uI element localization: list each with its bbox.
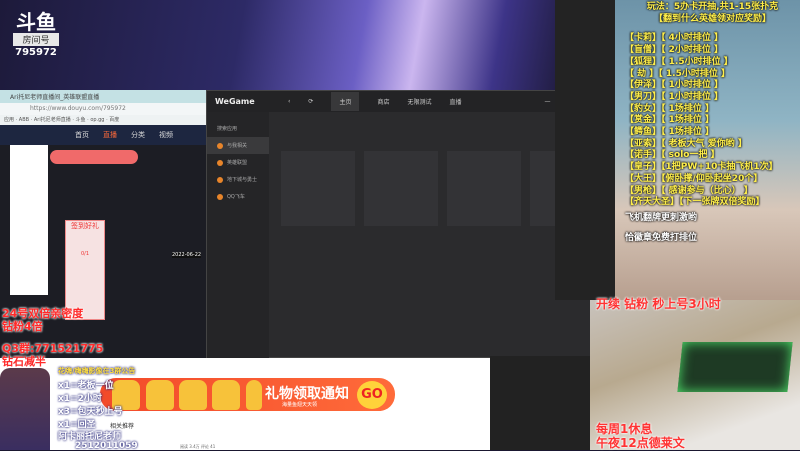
back-icon[interactable]: ‹ — [288, 98, 290, 105]
tab-test[interactable]: 无限测试 — [407, 97, 431, 106]
douyu-logo: 斗鱼 房间号 795972 — [13, 12, 59, 58]
rule-row: 【男枪】【 感谢参与（比心） 】 — [625, 185, 753, 196]
gift-icon — [146, 380, 174, 410]
rule-row: 【鳄鱼】【 1场排位 】 — [625, 127, 715, 138]
sidebar-item[interactable]: 英雄联盟 — [207, 154, 269, 171]
search-apps[interactable]: 搜索应用 — [207, 120, 269, 137]
tab-live[interactable]: 直播 — [449, 97, 461, 106]
rule-row: 【盲僧】【 2小时排位 】 — [625, 45, 724, 56]
obs-controls — [490, 356, 590, 450]
avatar — [0, 368, 50, 450]
side-panel — [10, 145, 48, 295]
rule-row: 【狐狸】【 1.5小时排位 】 — [625, 56, 733, 67]
wegame-header: WeGame ‹⟳ 主页 商店 无限测试 直播 — ▢ ✕ — [207, 91, 615, 112]
sidebar-item[interactable]: 地下城与勇士 — [207, 171, 269, 188]
app-icon — [217, 142, 223, 149]
content-card[interactable] — [364, 151, 438, 226]
rule-row: 【齐天大圣】【下一张牌双倍奖励】 — [625, 197, 765, 208]
refresh-icon[interactable]: ⟳ — [308, 98, 313, 105]
tab-store[interactable]: 商店 — [377, 97, 389, 106]
rule-row: 【豹女】【 1场排位 】 — [625, 103, 715, 114]
app-icon — [217, 193, 223, 200]
app-icon — [217, 176, 223, 183]
notice-bar — [50, 150, 138, 164]
rule-row: 【男刀】【 1小时排位 】 — [625, 91, 724, 102]
rules-overlay: 玩法：5办卡开抽,共1-15张扑克 【翻到什么英雄领对应奖励】 【卡莉】【 4小… — [625, 2, 800, 244]
rule-row: 【皇子】【1把PW+10卡抽飞机1次】 — [625, 162, 778, 173]
rule-row: 【伊泽】【 1小时排位 】 — [625, 80, 724, 91]
sidebar-item[interactable]: 与我相关 — [207, 137, 269, 154]
rule-row: 【赏金】【 1场排位 】 — [625, 115, 715, 126]
sidebar-item[interactable]: QQ飞车 — [207, 188, 269, 205]
douyu-nav: 首页 直播 分类 视频 — [0, 125, 210, 145]
keyboard — [677, 342, 793, 392]
content-card[interactable] — [447, 151, 521, 226]
rule-row: 【亚索】【 老板大气 爱你哟 】 — [625, 138, 747, 149]
go-button[interactable]: GO — [357, 381, 387, 409]
wegame-sidebar: 搜索应用 与我相关 英雄联盟 地下城与勇士 QQ飞车 — [207, 112, 269, 358]
rule-row: 【大王】【俯卧撑/仰卧起坐20个】 — [625, 173, 763, 184]
rule-row: 【卡莉】【 4小时排位 】 — [625, 33, 724, 44]
gift-icon — [212, 380, 240, 410]
rule-row: 【 劫 】【 1.5小时排位 】 — [625, 68, 730, 79]
bookmarks-bar: 应用 · ABB · Ari托尼老师直播 · 斗鱼 · op.gg · 百度 — [0, 115, 210, 125]
rule-row: 【诺手】【 solo一把 】 — [625, 150, 720, 161]
gift-icon — [179, 380, 207, 410]
obs-chat-panel — [555, 0, 617, 300]
browser-tab[interactable]: Ari托尼老师直播间_英雄联盟直播 — [0, 90, 210, 103]
tab-home[interactable]: 主页 — [331, 92, 360, 111]
room-id: 795972 — [15, 47, 57, 58]
address-bar[interactable]: https://www.douyu.com/795972 — [0, 103, 210, 115]
content-card[interactable] — [281, 151, 355, 226]
gift-icon — [246, 380, 262, 410]
app-icon — [217, 159, 223, 166]
